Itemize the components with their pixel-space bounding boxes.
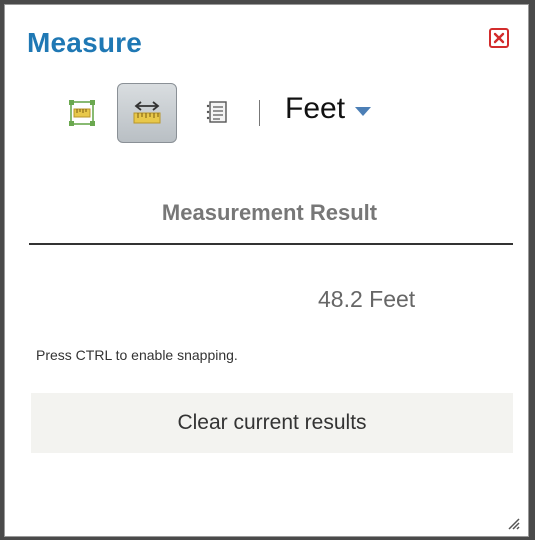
toolbar-separator [259,100,260,126]
close-icon [493,32,505,44]
location-measure-icon [206,101,227,123]
clear-results-label: Clear current results [177,411,367,434]
location-tool-button[interactable] [187,83,247,143]
measurement-value: 48.2 Feet [318,286,416,312]
measure-toolbar: Feet [52,83,492,145]
snapping-hint: Press CTRL to enable snapping. [36,347,238,363]
area-measure-icon [69,100,95,126]
distance-measure-icon [133,101,161,124]
result-divider [29,243,513,245]
distance-tool-button[interactable] [117,83,177,143]
widget-title: Measure [27,27,143,58]
resize-handle-icon[interactable] [506,516,520,530]
close-button[interactable] [489,28,509,48]
area-tool-button[interactable] [52,83,112,143]
clear-results-button[interactable]: Clear current results [31,393,513,453]
units-selected-label: Feet [285,92,346,125]
measurement-result-header: Measurement Result [161,200,378,225]
measure-widget: Measure Feet Measurement Result 48.2 Fee… [4,4,529,537]
chevron-down-icon [355,106,372,116]
units-dropdown[interactable]: Feet [285,92,372,126]
